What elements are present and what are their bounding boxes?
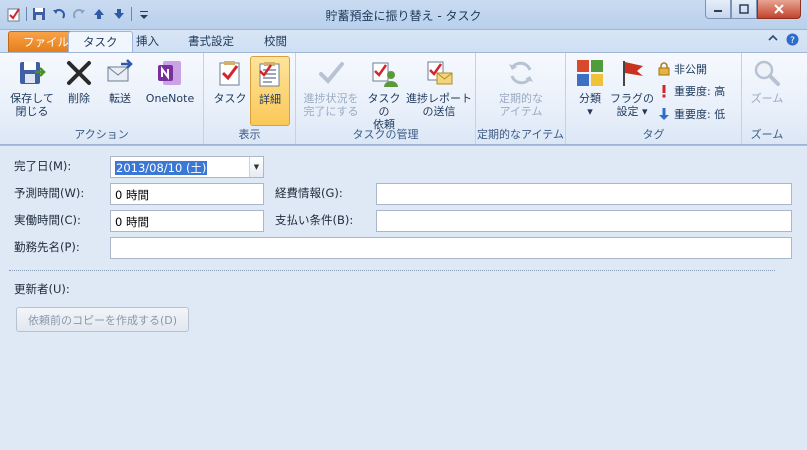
help-icon[interactable]: ? <box>786 33 799 49</box>
group-zoom: ズーム ズーム <box>742 53 792 144</box>
ribbon: 保存して 閉じる 削除 転送 OneNote アクション タスク 詳細 表示 進… <box>0 52 807 145</box>
minimize-button[interactable] <box>705 0 731 19</box>
categorize-icon <box>574 57 606 89</box>
create-copy-button[interactable]: 依頼前のコピーを作成する(D) <box>16 307 189 332</box>
forward-button[interactable]: 転送 <box>102 57 138 105</box>
save-close-icon <box>16 57 48 89</box>
follow-up-button[interactable]: フラグの 設定 ▾ <box>610 57 654 118</box>
group-manage-task: 進捗状況を 完了にする タスクの 依頼 進捗レポート の送信 タスクの管理 <box>296 53 476 144</box>
section-divider <box>9 270 775 271</box>
window-title: 貯蓄預金に振り替え - タスク <box>325 9 482 23</box>
checkmark-icon <box>315 57 347 89</box>
save-close-button[interactable]: 保存して 閉じる <box>10 57 54 118</box>
date-completed-label: 完了日(M): <box>14 159 72 173</box>
delete-button[interactable]: 削除 <box>62 57 96 105</box>
window-controls <box>705 0 801 19</box>
tab-format[interactable]: 書式設定 <box>174 31 248 52</box>
date-completed-field[interactable]: 2013/08/10 (土) ▼ <box>110 156 264 178</box>
onenote-icon <box>154 57 186 89</box>
minimize-icon <box>714 10 722 12</box>
onenote-button[interactable]: OneNote <box>142 57 198 105</box>
ribbon-tab-bar: ファイル タスク 挿入 書式設定 校閲 ? <box>0 30 807 53</box>
group-label-show: 表示 <box>238 128 261 141</box>
company-label: 勤務先名(P): <box>14 240 80 254</box>
group-show: タスク 詳細 表示 <box>204 53 296 144</box>
total-work-field[interactable]: 0 時間 <box>110 183 264 205</box>
assign-task-icon <box>368 57 400 89</box>
actual-work-label: 実働時間(C): <box>14 213 81 227</box>
group-label-manage-task: タスクの管理 <box>352 128 419 141</box>
mileage-label: 経費情報(G): <box>275 186 343 200</box>
ribbon-controls: ? <box>768 33 799 49</box>
task-view-icon <box>214 57 246 89</box>
mileage-field[interactable] <box>376 183 792 205</box>
billing-field[interactable] <box>376 210 792 232</box>
total-work-label: 予測時間(W): <box>14 186 85 200</box>
magnifier-icon <box>751 57 783 89</box>
tab-review[interactable]: 校閲 <box>250 31 301 52</box>
close-button[interactable] <box>757 0 801 19</box>
group-label-recurrence: 定期的なアイテム <box>477 128 564 141</box>
svg-text:?: ? <box>790 36 795 46</box>
send-status-report-button[interactable]: 進捗レポート の送信 <box>406 57 472 118</box>
maximize-icon <box>739 4 749 14</box>
tab-insert[interactable]: 挿入 <box>122 31 173 52</box>
forward-icon <box>104 57 136 89</box>
group-label-action: アクション <box>74 128 129 141</box>
close-icon <box>774 4 784 14</box>
group-action: 保存して 閉じる 削除 転送 OneNote アクション <box>0 53 204 144</box>
dropdown-arrow-icon: ▾ <box>587 105 593 118</box>
recurrence-button[interactable]: 定期的な アイテム <box>490 57 552 118</box>
high-importance-button[interactable]: 重要度: 高 <box>658 83 725 99</box>
delete-icon <box>63 57 95 89</box>
updated-by-label: 更新者(U): <box>14 282 70 296</box>
billing-label: 支払い条件(B): <box>275 213 354 227</box>
group-label-tags: タグ <box>642 128 665 141</box>
task-details-form: 完了日(M): 2013/08/10 (土) ▼ 予測時間(W): 0 時間 経… <box>0 145 807 450</box>
high-importance-icon <box>662 85 666 98</box>
mark-complete-button[interactable]: 進捗状況を 完了にする <box>300 57 362 118</box>
private-button[interactable]: 非公開 <box>658 61 707 77</box>
collapse-ribbon-icon[interactable] <box>768 33 778 49</box>
low-importance-icon <box>659 108 669 120</box>
details-view-icon <box>254 58 286 90</box>
zoom-button[interactable]: ズーム <box>746 57 788 105</box>
group-recurrence: 定期的な アイテム 定期的なアイテム <box>476 53 566 144</box>
flag-icon <box>616 57 648 89</box>
actual-work-field[interactable]: 0 時間 <box>110 210 264 232</box>
chevron-down-icon: ▼ <box>253 163 260 171</box>
assign-task-button[interactable]: タスクの 依頼 <box>364 57 404 131</box>
company-field[interactable] <box>110 237 792 259</box>
status-report-icon <box>423 57 455 89</box>
low-importance-button[interactable]: 重要度: 低 <box>658 106 725 122</box>
date-dropdown-button[interactable]: ▼ <box>249 157 263 177</box>
title-bar: 貯蓄預金に振り替え - タスク <box>0 0 807 30</box>
maximize-button[interactable] <box>731 0 757 19</box>
group-tags: 分類 ▾ フラグの 設定 ▾ 非公開 重要度: 高 重要度: 低 タグ <box>566 53 742 144</box>
group-label-zoom: ズーム <box>750 128 784 141</box>
categorize-button[interactable]: 分類 ▾ <box>572 57 608 118</box>
details-view-button[interactable]: 詳細 <box>250 56 290 126</box>
recurrence-icon <box>505 57 537 89</box>
lock-icon <box>658 62 670 76</box>
task-view-button[interactable]: タスク <box>212 57 248 105</box>
dropdown-arrow-icon: ▾ <box>638 105 648 118</box>
